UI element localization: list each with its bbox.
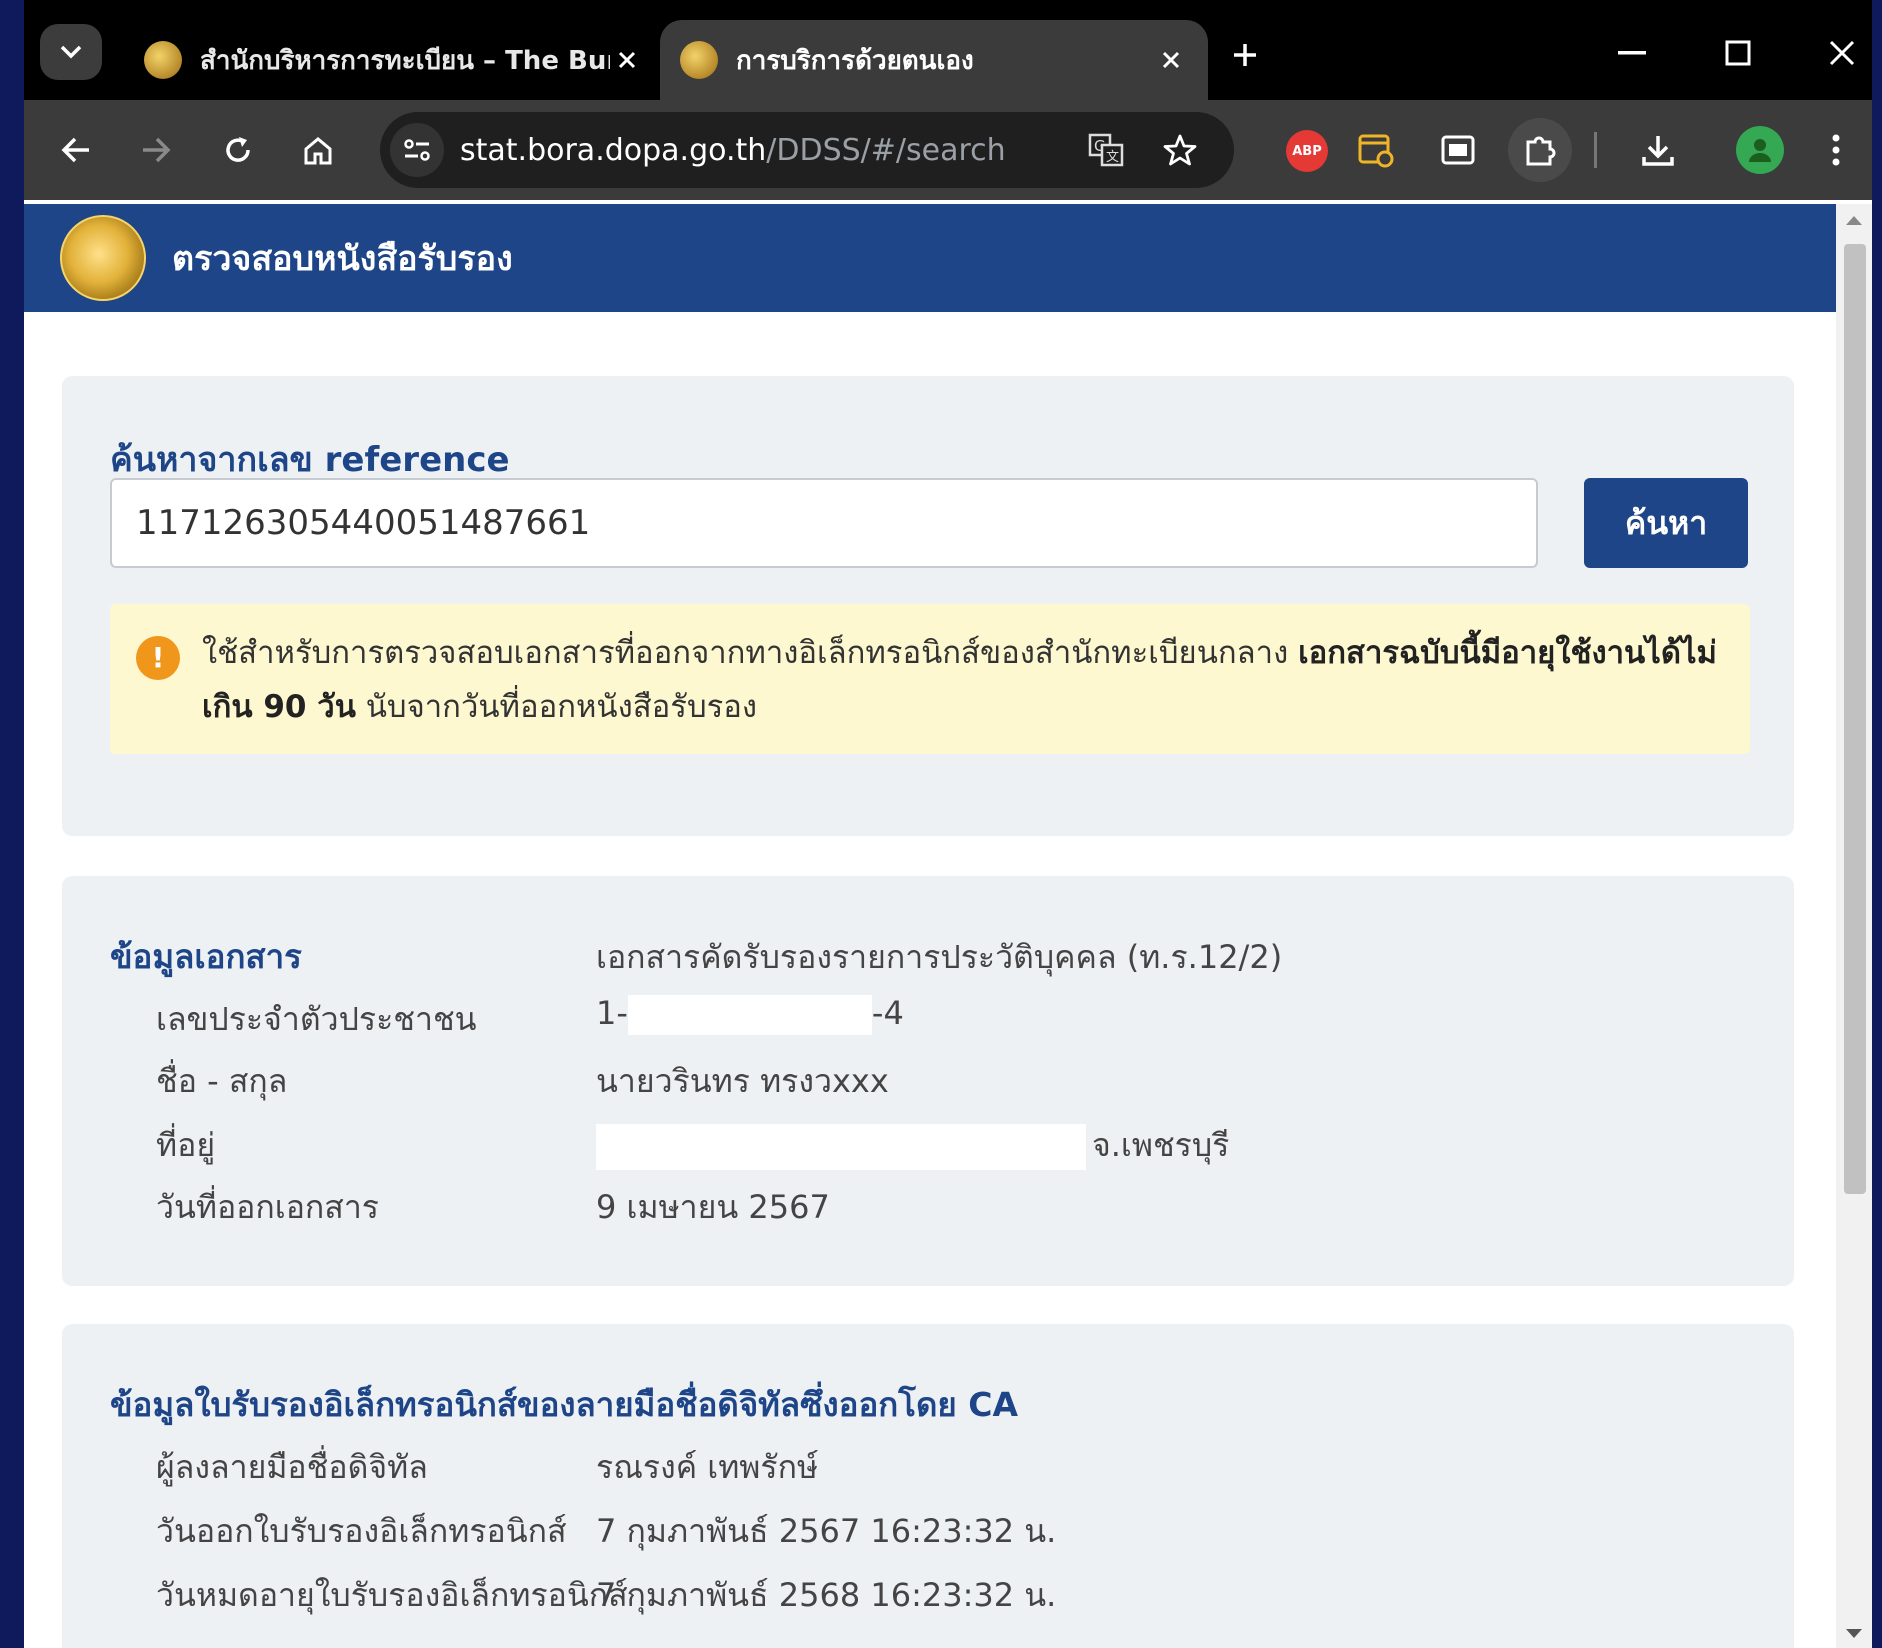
- scroll-up-icon[interactable]: [1846, 216, 1862, 225]
- address-row: ที่อยู่ จ.เพชรบุรี: [156, 1120, 1756, 1182]
- cert-expiry-value: 7 กุมภาพันธ์ 2568 16:23:32 น.: [596, 1576, 1057, 1614]
- minimize-icon[interactable]: [1604, 28, 1660, 78]
- search-button[interactable]: ค้นหา: [1584, 478, 1748, 568]
- close-icon[interactable]: [1814, 28, 1870, 78]
- notice-box: ! ใช้สำหรับการตรวจสอบเอกสารที่ออกจากทางอ…: [110, 604, 1750, 754]
- svg-text:文: 文: [1106, 150, 1119, 165]
- tab-title: สำนักบริหารการทะเบียน – The Bure: [200, 45, 610, 76]
- cert-expiry-row: วันหมดอายุใบรับรองอิเล็กทรอนิกส์ 7 กุมภา…: [156, 1570, 1756, 1632]
- site-info-icon[interactable]: [390, 123, 444, 177]
- bookmark-star-icon[interactable]: [1152, 122, 1208, 178]
- search-card: ค้นหาจากเลข reference ค้นหา ! ใช้สำหรับก…: [62, 376, 1794, 836]
- ca-info-title: ข้อมูลใบรับรองอิเล็กทรอนิกส์ของลายมือชื่…: [110, 1385, 1018, 1424]
- address-value: จ.เพชรบุรี: [596, 1120, 1229, 1171]
- issue-date-label: วันที่ออกเอกสาร: [156, 1188, 379, 1226]
- notice-text-end: นับจากวันที่ออกหนังสือรับรอง: [355, 689, 758, 725]
- browser-toolbar: stat.bora.dopa.go.th/DDSS/#/search G文 AB…: [24, 100, 1872, 200]
- menu-kebab-icon[interactable]: [1816, 122, 1856, 178]
- cert-issue-value: 7 กุมภาพันธ์ 2567 16:23:32 น.: [596, 1512, 1057, 1550]
- cert-expiry-label: วันหมดอายุใบรับรองอิเล็กทรอนิกส์: [156, 1576, 628, 1614]
- tab-bora[interactable]: สำนักบริหารการทะเบียน – The Bure: [124, 20, 664, 100]
- profile-icon[interactable]: [1736, 126, 1784, 174]
- id-number-value: 1- -4: [596, 994, 904, 1035]
- reference-search-input[interactable]: [110, 478, 1538, 568]
- home-icon[interactable]: [288, 122, 348, 178]
- close-icon[interactable]: [1154, 43, 1188, 77]
- signer-value: รณรงค์ เทพรักษ์: [596, 1448, 819, 1486]
- browser-window: สำนักบริหารการทะเบียน – The Bure การบริก…: [24, 0, 1872, 1648]
- back-icon[interactable]: [46, 122, 106, 178]
- tab-search-icon[interactable]: [40, 24, 102, 80]
- new-tab-icon[interactable]: [1220, 30, 1270, 80]
- cert-issue-row: วันออกใบรับรองอิเล็กทรอนิกส์ 7 กุมภาพันธ…: [156, 1506, 1756, 1568]
- scroll-down-icon[interactable]: [1846, 1629, 1862, 1638]
- translate-icon[interactable]: G文: [1078, 122, 1134, 178]
- signer-row: ผู้ลงลายมือชื่อดิจิทัล รณรงค์ เทพรักษ์: [156, 1442, 1756, 1504]
- emblem-icon: [60, 215, 146, 301]
- extension-icon[interactable]: [1346, 122, 1406, 178]
- document-info-title: ข้อมูลเอกสาร: [110, 937, 302, 976]
- scroll-thumb[interactable]: [1844, 244, 1866, 1194]
- id-number-row: เลขประจำตัวประชาชน 1- -4: [156, 994, 1756, 1056]
- picture-in-picture-icon[interactable]: [1428, 122, 1488, 178]
- url-host: stat.bora.dopa.go.th: [460, 132, 767, 168]
- id-number-label: เลขประจำตัวประชาชน: [156, 1000, 477, 1038]
- tab-title: การบริการด้วยตนเอง: [736, 45, 974, 76]
- address-label: ที่อยู่: [156, 1126, 216, 1164]
- redacted-block: [627, 995, 872, 1035]
- forward-icon[interactable]: [126, 122, 186, 178]
- favicon-icon: [144, 41, 182, 79]
- site-header: ตรวจสอบหนังสือรับรอง: [24, 204, 1836, 312]
- issue-date-row: วันที่ออกเอกสาร 9 เมษายน 2567: [156, 1182, 1756, 1244]
- id-number-end: -4: [871, 994, 904, 1032]
- tab-strip: สำนักบริหารการทะเบียน – The Bure การบริก…: [24, 0, 1872, 100]
- toolbar-divider: [1594, 132, 1597, 168]
- url-text[interactable]: stat.bora.dopa.go.th/DDSS/#/search: [460, 133, 1006, 168]
- close-icon[interactable]: [610, 43, 644, 77]
- maximize-icon[interactable]: [1710, 28, 1766, 78]
- page-scrollbar[interactable]: [1836, 204, 1872, 1648]
- reload-icon[interactable]: [208, 122, 268, 178]
- issue-date-value: 9 เมษายน 2567: [596, 1188, 830, 1226]
- page-content: ตรวจสอบหนังสือรับรอง ค้นหาจากเลข referen…: [24, 204, 1836, 1648]
- extensions-puzzle-icon[interactable]: [1508, 118, 1572, 182]
- info-icon: !: [136, 636, 180, 680]
- ca-info-card: ข้อมูลใบรับรองอิเล็กทรอนิกส์ของลายมือชื่…: [62, 1324, 1794, 1648]
- notice-text: ใช้สำหรับการตรวจสอบเอกสารที่ออกจากทางอิเ…: [202, 635, 1299, 671]
- signer-label: ผู้ลงลายมือชื่อดิจิทัล: [156, 1448, 428, 1486]
- page-title: ตรวจสอบหนังสือรับรอง: [172, 239, 513, 279]
- download-icon[interactable]: [1628, 122, 1688, 178]
- id-number-start: 1-: [596, 994, 628, 1032]
- adblock-icon[interactable]: ABP: [1286, 130, 1328, 172]
- address-bar[interactable]: stat.bora.dopa.go.th/DDSS/#/search G文: [380, 112, 1234, 188]
- address-province: จ.เพชรบุรี: [1092, 1126, 1230, 1164]
- url-path: /DDSS/#/search: [766, 132, 1006, 168]
- cert-issue-label: วันออกใบรับรองอิเล็กทรอนิกส์: [156, 1512, 567, 1550]
- document-type: เอกสารคัดรับรองรายการประวัติบุคคล (ท.ร.1…: [596, 938, 1283, 976]
- full-name-value: นายวรินทร ทรงวxxx: [596, 1062, 889, 1100]
- tab-self-service[interactable]: การบริการด้วยตนเอง: [660, 20, 1208, 100]
- favicon-icon: [680, 41, 718, 79]
- full-name-row: ชื่อ - สกุล นายวรินทร ทรงวxxx: [156, 1056, 1756, 1118]
- full-name-label: ชื่อ - สกุล: [156, 1062, 288, 1100]
- redacted-block: [596, 1124, 1086, 1170]
- document-info-card: ข้อมูลเอกสาร เอกสารคัดรับรองรายการประวัต…: [62, 876, 1794, 1286]
